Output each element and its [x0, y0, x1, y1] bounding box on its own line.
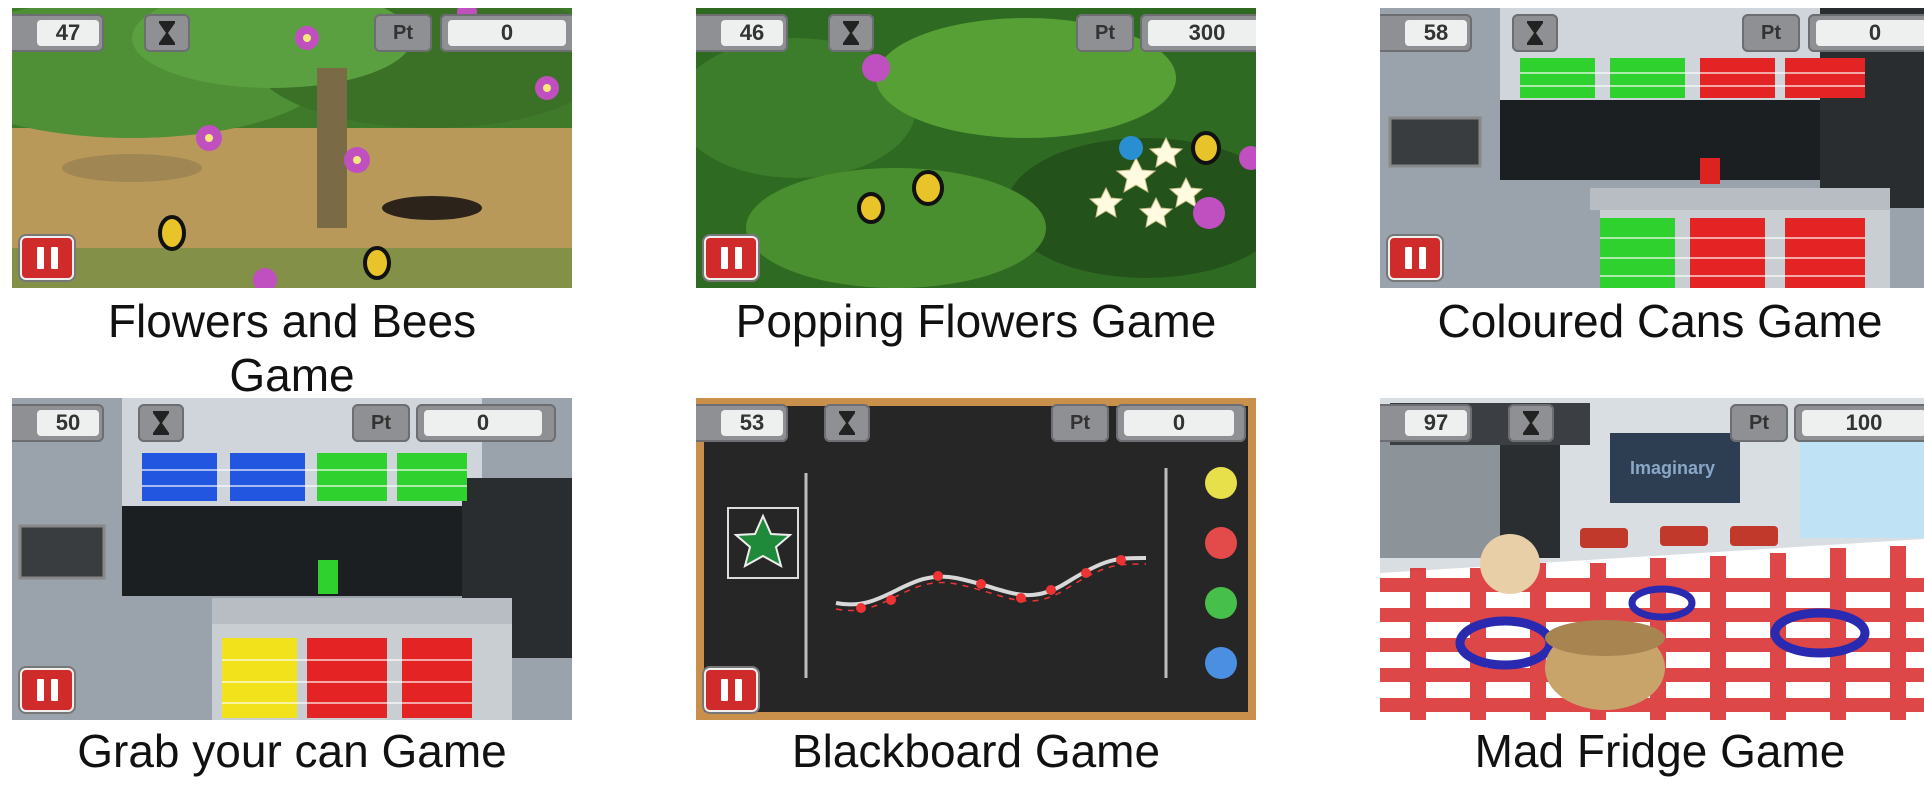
points-value: 0	[1124, 410, 1234, 436]
time-remaining: 47	[37, 20, 99, 46]
pause-button[interactable]	[704, 236, 758, 280]
pause-icon	[36, 679, 44, 701]
game-screenshot[interactable]: 58 Pt 0	[1380, 8, 1924, 288]
time-remaining: 53	[721, 410, 783, 436]
points-value: 100	[1802, 410, 1924, 436]
game-caption: Flowers and Bees Game	[12, 294, 572, 402]
points-label: Pt	[352, 404, 410, 442]
game-screenshot[interactable]: 53 Pt 0	[696, 398, 1256, 720]
pause-icon	[36, 247, 44, 269]
pause-button[interactable]	[20, 236, 74, 280]
pause-icon	[720, 679, 728, 701]
time-remaining: 97	[1405, 410, 1467, 436]
caption-line-1: Flowers and Bees	[107, 295, 477, 347]
hourglass-icon	[1508, 404, 1554, 442]
caption-line-1: Popping Flowers Game	[735, 295, 1217, 347]
points-label: Pt	[1051, 404, 1109, 442]
game-caption: Blackboard Game	[696, 724, 1256, 778]
blackboard-scene	[696, 398, 1256, 720]
game-screenshot[interactable]: 46 Pt 300	[696, 8, 1256, 288]
time-remaining: 58	[1405, 20, 1467, 46]
caption-line-1: Coloured Cans Game	[1437, 295, 1883, 347]
pause-icon	[720, 247, 728, 269]
game-screenshot[interactable]: 47 Pt 0	[12, 8, 572, 288]
time-remaining: 50	[37, 410, 99, 436]
pause-button[interactable]	[704, 668, 758, 712]
caption-line-1: Grab your can Game	[77, 725, 507, 777]
hourglass-icon	[144, 14, 190, 52]
caption-line-1: Mad Fridge Game	[1474, 725, 1846, 777]
game-caption: Mad Fridge Game	[1380, 724, 1924, 778]
points-label: Pt	[1742, 14, 1800, 52]
caption-line-2: Game	[229, 349, 355, 401]
points-label: Pt	[374, 14, 432, 52]
game-caption: Coloured Cans Game	[1380, 294, 1924, 348]
points-value: 0	[424, 410, 542, 436]
hourglass-icon	[824, 404, 870, 442]
caption-line-1: Blackboard Game	[791, 725, 1161, 777]
game-screenshot[interactable]: Imaginary 97 Pt 100	[1380, 398, 1924, 720]
time-remaining: 46	[721, 20, 783, 46]
hourglass-icon	[828, 14, 874, 52]
game-screenshot[interactable]: 50 Pt 0	[12, 398, 572, 720]
pause-icon	[1404, 247, 1412, 269]
game-caption: Grab your can Game	[12, 724, 572, 778]
points-label: Pt	[1076, 14, 1134, 52]
imaginary-sign: Imaginary	[1630, 458, 1716, 478]
points-label: Pt	[1730, 404, 1788, 442]
game-caption: Popping Flowers Game	[696, 294, 1256, 348]
hourglass-icon	[138, 404, 184, 442]
points-value: 0	[1816, 20, 1924, 46]
points-value: 300	[1148, 20, 1256, 46]
points-value: 0	[448, 20, 566, 46]
kitchen-table-scene	[1380, 398, 1924, 720]
pause-button[interactable]	[20, 668, 74, 712]
kitchen-scene	[12, 398, 572, 720]
hourglass-icon	[1512, 14, 1558, 52]
pause-button[interactable]	[1388, 236, 1442, 280]
